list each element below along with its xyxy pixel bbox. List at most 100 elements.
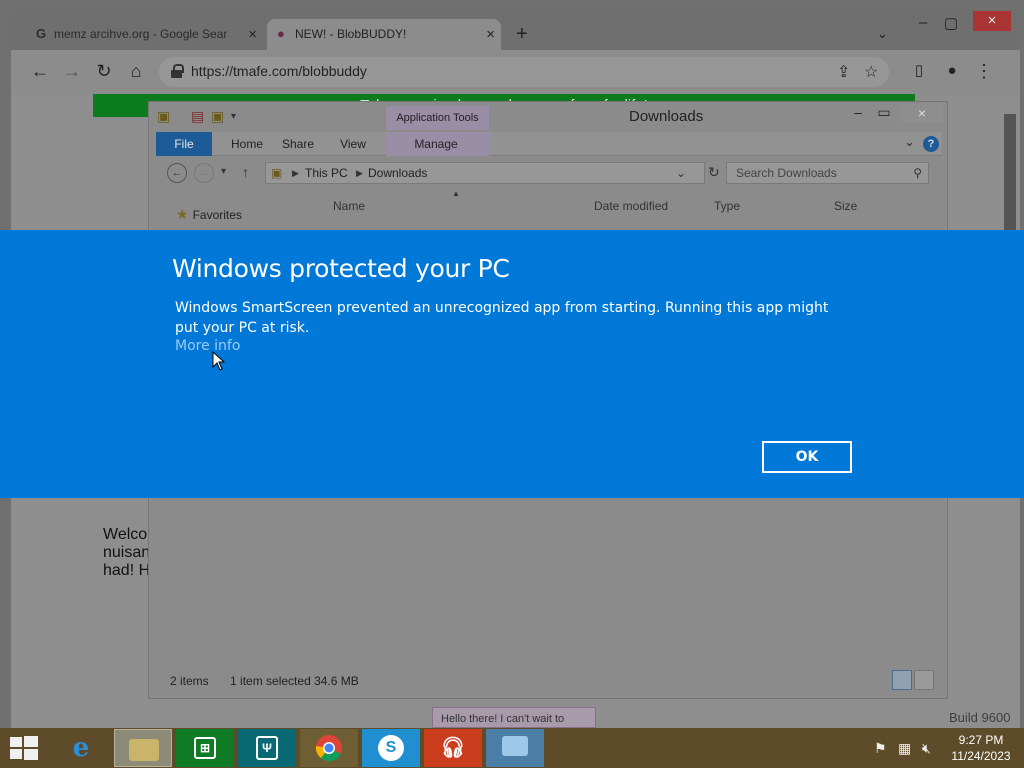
search-icon: ⚲ [913, 166, 922, 180]
bookmark-star-icon[interactable]: ☆ [864, 62, 878, 82]
explorer-close-icon[interactable]: × [901, 104, 943, 122]
maximize-icon[interactable]: ▢ [939, 14, 963, 32]
back-circle-icon[interactable]: ← [167, 163, 187, 183]
tab-share[interactable]: Share [274, 132, 322, 156]
recent-locations-dropdown-icon[interactable]: ▾ [221, 166, 226, 177]
refresh-icon[interactable]: ↻ [708, 164, 720, 181]
forward-circle-icon[interactable]: → [194, 163, 214, 183]
status-bar: 2 items 1 item selected 34.6 MB [170, 674, 359, 688]
windows-start-icon[interactable] [10, 736, 38, 760]
view-toggle [892, 670, 934, 690]
star-icon: ★ [176, 206, 189, 222]
column-header-type[interactable]: Type [714, 199, 740, 213]
application-tools-label: Application Tools [386, 106, 489, 130]
lock-icon [171, 64, 184, 78]
control-panel-icon[interactable] [486, 729, 544, 767]
properties-icon[interactable]: ▤ [191, 108, 204, 125]
share-icon[interactable]: ⇪ [837, 62, 850, 82]
google-icon: G [36, 26, 47, 41]
breadcrumb-separator-icon: ▶ [292, 168, 299, 178]
large-icons-view-icon[interactable] [914, 670, 934, 690]
dialog-title: Windows protected your PC [172, 254, 510, 283]
explorer-address-row: ← → ▾ ↑ ▣ ▶ This PC ▶ Downloads ⌄ ↻ Sear… [156, 160, 942, 188]
new-tab-button[interactable]: + [516, 24, 528, 44]
menu-kebab-icon[interactable]: ⋮ [973, 61, 995, 81]
chrome-icon[interactable] [300, 729, 358, 767]
blobbuddy-favicon-icon: ● [277, 26, 285, 41]
tab-manage[interactable]: Manage [406, 132, 466, 156]
tab-home[interactable]: Home [220, 132, 274, 156]
food-drink-icon[interactable]: Ψ [238, 729, 296, 767]
forward-arrow-icon[interactable]: → [61, 61, 83, 81]
home-icon[interactable]: ⌂ [125, 61, 147, 81]
minimize-icon[interactable]: – [911, 14, 935, 31]
page-body-text: Welco nuisan had! H [103, 526, 150, 580]
address-dropdown-chevron-icon[interactable]: ⌄ [676, 163, 686, 183]
tab-close-icon[interactable]: × [248, 19, 257, 50]
breadcrumb[interactable]: ▣ ▶ This PC ▶ Downloads ⌄ [265, 162, 705, 184]
page-text-line: had! H [103, 562, 151, 579]
clock-date: 11/24/2023 [951, 749, 1011, 763]
sidebar-item-favorites[interactable]: ★ Favorites [176, 206, 242, 223]
back-arrow-icon[interactable]: ← [29, 61, 51, 81]
action-center-flag-icon[interactable]: ⚑ [874, 740, 887, 757]
tab-title: NEW! - BlobBUDDY! [295, 27, 407, 41]
tab-google-search[interactable]: G memz arcihve.org - Google Sear × [26, 19, 263, 50]
folder-icon: ▣ [157, 108, 171, 124]
details-view-icon[interactable] [892, 670, 912, 690]
music-headphones-icon[interactable]: 🎧︎ [424, 729, 482, 767]
url-text: https://tmafe.com/blobbuddy [191, 63, 367, 79]
new-folder-icon[interactable]: ▣ [211, 108, 224, 125]
tab-view[interactable]: View [330, 132, 376, 156]
breadcrumb-this-pc[interactable]: This PC [305, 163, 348, 183]
tab-search-chevron-icon[interactable]: ⌄ [877, 26, 888, 42]
sort-ascending-icon: ▲ [452, 189, 460, 198]
search-placeholder: Search Downloads [736, 166, 837, 180]
taskbar: e ⊞ Ψ S 🎧︎ ⚑ ▦ 🔇︎ 9:27 PM 11/24/2023 [0, 728, 1024, 768]
side-panel-icon[interactable]: ▯ [908, 61, 930, 81]
status-selection: 1 item selected 34.6 MB [230, 674, 359, 688]
help-icon[interactable]: ? [923, 136, 939, 152]
page-text-line: Welco [103, 526, 148, 543]
window-title: Downloads [629, 108, 704, 125]
smartscreen-dialog: Windows protected your PC Windows SmartS… [0, 230, 1024, 498]
ok-button[interactable]: OK [762, 441, 852, 473]
breadcrumb-downloads[interactable]: Downloads [368, 163, 427, 183]
reload-icon[interactable]: ↻ [93, 61, 115, 81]
quick-access-dropdown-icon[interactable]: ▾ [231, 111, 236, 122]
tab-blobbuddy[interactable]: ● NEW! - BlobBUDDY! × [267, 19, 501, 50]
dialog-message: Windows SmartScreen prevented an unrecog… [175, 300, 829, 336]
tab-file[interactable]: File [156, 132, 212, 156]
breadcrumb-separator-icon: ▶ [356, 168, 363, 178]
explorer-title-bar: ▣ ▤ ▣ ▾ Application Tools Downloads – ▭ … [149, 102, 947, 130]
up-arrow-icon[interactable]: ↑ [242, 164, 249, 180]
explorer-maximize-icon[interactable]: ▭ [873, 104, 895, 121]
volume-muted-icon[interactable]: 🔇︎ [922, 740, 931, 757]
skype-icon[interactable]: S [362, 729, 420, 767]
column-header-name[interactable]: Name [333, 199, 365, 213]
ribbon-tabs: File Home Share View Manage ⌄ ? [156, 132, 942, 156]
expand-ribbon-chevron-icon[interactable]: ⌄ [904, 134, 915, 150]
tab-strip: G memz arcihve.org - Google Sear × ● NEW… [11, 10, 1020, 50]
close-window-icon[interactable]: × [973, 11, 1011, 31]
profile-avatar-icon[interactable]: ● [941, 61, 963, 81]
clock-time: 9:27 PM [958, 733, 1004, 747]
column-header-size[interactable]: Size [834, 199, 857, 213]
search-input[interactable]: Search Downloads ⚲ [726, 162, 929, 184]
store-icon[interactable]: ⊞ [176, 729, 234, 767]
internet-explorer-icon[interactable]: e [52, 729, 110, 767]
column-header-date-modified[interactable]: Date modified [594, 199, 668, 213]
more-info-link[interactable]: More info [175, 338, 240, 354]
explorer-minimize-icon[interactable]: – [847, 104, 869, 120]
network-icon[interactable]: ▦ [898, 740, 911, 757]
scrollbar-thumb[interactable] [1004, 114, 1016, 244]
file-explorer-icon[interactable] [114, 729, 172, 767]
mouse-cursor-icon [212, 351, 225, 371]
chat-bubble: Hello there! I can't wait to [432, 707, 596, 728]
taskbar-clock[interactable]: 9:27 PM 11/24/2023 [946, 732, 1016, 764]
page-text-line: nuisan [103, 544, 151, 561]
tab-close-icon[interactable]: × [486, 19, 495, 50]
tab-title: memz arcihve.org - Google Sear [54, 27, 228, 41]
address-bar[interactable]: https://tmafe.com/blobbuddy ⇪ ☆ [159, 57, 889, 87]
browser-toolbar: ← → ↻ ⌂ https://tmafe.com/blobbuddy ⇪ ☆ … [11, 50, 1020, 94]
